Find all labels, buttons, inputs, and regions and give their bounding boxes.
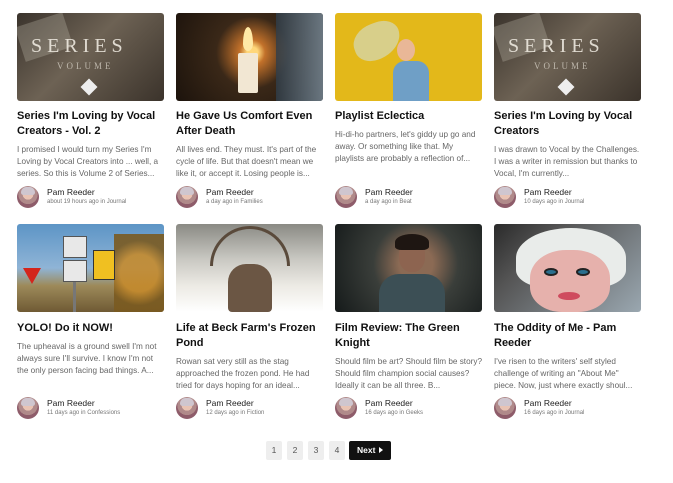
thumbnail-text: SERIES [31, 35, 128, 57]
page-4-button[interactable]: 4 [329, 441, 345, 460]
post-card[interactable]: Playlist Eclectica Hi-di-ho partners, le… [335, 13, 482, 208]
post-title[interactable]: Series I'm Loving by Vocal Creators - Vo… [17, 109, 164, 139]
post-author: Pam Reeder 16 days ago in Journal [494, 397, 641, 421]
avatar[interactable] [335, 186, 357, 208]
post-thumbnail[interactable] [335, 13, 482, 101]
post-author: Pam Reeder 11 days ago in Confessions [17, 397, 164, 421]
post-excerpt: I've risen to the writers' self styled c… [494, 357, 633, 390]
post-thumbnail[interactable] [335, 224, 482, 312]
post-thumbnail[interactable] [494, 224, 641, 312]
post-author: Pam Reeder 16 days ago in Geeks [335, 397, 482, 421]
post-title[interactable]: Life at Beck Farm's Frozen Pond [176, 321, 323, 351]
author-name[interactable]: Pam Reeder [365, 187, 413, 197]
avatar[interactable] [335, 397, 357, 419]
post-meta: a day ago in Families [206, 199, 263, 205]
avatar[interactable] [176, 186, 198, 208]
avatar[interactable] [494, 397, 516, 419]
post-meta: 11 days ago in Confessions [47, 410, 121, 416]
post-excerpt: Should film be art? Should film be story… [335, 357, 482, 390]
post-excerpt: Rowan sat very still as the stag approac… [176, 357, 310, 390]
post-meta: 10 days ago in Journal [524, 199, 585, 205]
post-meta: 12 days ago in Fiction [206, 410, 265, 416]
post-card[interactable]: SERIES VOLUME Series I'm Loving by Vocal… [17, 13, 164, 208]
post-meta: 16 days ago in Journal [524, 410, 585, 416]
post-thumbnail[interactable] [17, 224, 164, 312]
post-title[interactable]: YOLO! Do it NOW! [17, 321, 164, 336]
post-excerpt: Hi-di-ho partners, let's giddy up go and… [335, 130, 476, 163]
post-card[interactable]: YOLO! Do it NOW! The upheaval is a groun… [17, 224, 164, 419]
author-name[interactable]: Pam Reeder [47, 187, 95, 197]
next-label: Next [357, 445, 376, 455]
post-excerpt: All lives end. They must. It's part of t… [176, 145, 317, 178]
post-card[interactable]: Film Review: The Green Knight Should fil… [335, 224, 482, 419]
thumbnail-text: VOLUME [57, 61, 114, 71]
post-meta: a day ago in Beat [365, 199, 412, 205]
post-author: Pam Reeder about 19 hours ago in Journal [17, 186, 164, 210]
post-card[interactable]: He Gave Us Comfort Even After Death All … [176, 13, 323, 208]
post-author: Pam Reeder 12 days ago in Fiction [176, 397, 323, 421]
post-thumbnail[interactable]: SERIES VOLUME [17, 13, 164, 101]
post-card[interactable]: SERIES VOLUME Series I'm Loving by Vocal… [494, 13, 641, 208]
post-title[interactable]: Playlist Eclectica [335, 109, 482, 124]
avatar[interactable] [17, 186, 39, 208]
author-name[interactable]: Pam Reeder [206, 187, 254, 197]
post-excerpt: The upheaval is a ground swell I'm not a… [17, 342, 157, 375]
thumbnail-text: VOLUME [534, 61, 591, 71]
post-title[interactable]: Series I'm Loving by Vocal Creators [494, 109, 641, 139]
author-name[interactable]: Pam Reeder [524, 398, 572, 408]
post-thumbnail[interactable] [176, 224, 323, 312]
post-card[interactable]: The Oddity of Me - Pam Reeder I've risen… [494, 224, 641, 419]
chevron-right-icon [379, 447, 383, 453]
page-3-button[interactable]: 3 [308, 441, 324, 460]
post-excerpt: I promised I would turn my Series I'm Lo… [17, 145, 159, 178]
post-author: Pam Reeder 10 days ago in Journal [494, 186, 641, 210]
page-1-button[interactable]: 1 [266, 441, 282, 460]
author-name[interactable]: Pam Reeder [365, 398, 413, 408]
post-title[interactable]: The Oddity of Me - Pam Reeder [494, 321, 641, 351]
post-thumbnail[interactable] [176, 13, 323, 101]
page-2-button[interactable]: 2 [287, 441, 303, 460]
author-name[interactable]: Pam Reeder [524, 187, 572, 197]
avatar[interactable] [176, 397, 198, 419]
thumbnail-text: SERIES [508, 35, 605, 57]
post-author: Pam Reeder a day ago in Families [176, 186, 323, 210]
author-name[interactable]: Pam Reeder [206, 398, 254, 408]
post-thumbnail[interactable]: SERIES VOLUME [494, 13, 641, 101]
avatar[interactable] [17, 397, 39, 419]
post-title[interactable]: He Gave Us Comfort Even After Death [176, 109, 323, 139]
post-excerpt: I was drawn to Vocal by the Challenges. … [494, 145, 640, 178]
avatar[interactable] [494, 186, 516, 208]
post-author: Pam Reeder a day ago in Beat [335, 186, 482, 210]
author-name[interactable]: Pam Reeder [47, 398, 95, 408]
next-page-button[interactable]: Next [349, 441, 391, 460]
post-meta: 16 days ago in Geeks [365, 410, 424, 416]
post-meta: about 19 hours ago in Journal [47, 199, 127, 205]
post-card[interactable]: Life at Beck Farm's Frozen Pond Rowan sa… [176, 224, 323, 419]
post-title[interactable]: Film Review: The Green Knight [335, 321, 482, 351]
